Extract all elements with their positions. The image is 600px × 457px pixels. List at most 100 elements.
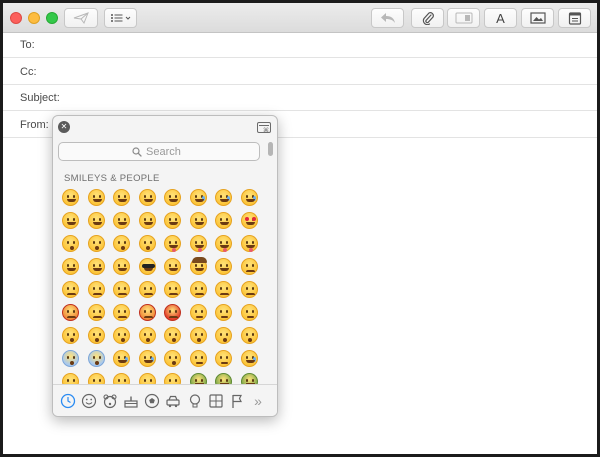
- emoji-open[interactable]: [164, 350, 181, 367]
- emoji-cool[interactable]: [138, 258, 156, 275]
- emoji-sad[interactable]: [215, 281, 232, 298]
- emoji-sleep[interactable]: [189, 350, 207, 367]
- emoji-nerd[interactable]: [113, 258, 130, 275]
- emoji-sleep[interactable]: [62, 373, 79, 384]
- emoji-tear[interactable]: [240, 350, 258, 367]
- emoji-wink[interactable]: [189, 212, 207, 229]
- emoji-hug[interactable]: [87, 258, 105, 275]
- emoji-smile[interactable]: [164, 189, 181, 206]
- emoji-halo[interactable]: [113, 212, 130, 229]
- flag-icon[interactable]: [229, 393, 245, 409]
- emoji-open[interactable]: [113, 327, 130, 344]
- emoji-steam[interactable]: [113, 304, 130, 321]
- emoji-kiss[interactable]: [87, 235, 105, 252]
- emoji-tear[interactable]: [113, 350, 130, 367]
- emoji-sad[interactable]: [240, 281, 258, 298]
- emoji-scream[interactable]: [240, 327, 258, 344]
- emoji-tongue[interactable]: [164, 235, 181, 252]
- reply-button[interactable]: [371, 8, 404, 28]
- markup-button[interactable]: [447, 8, 480, 28]
- emoji-smirk[interactable]: [215, 258, 232, 275]
- emoji-sad[interactable]: [164, 281, 181, 298]
- picker-scrollbar[interactable]: [268, 140, 274, 384]
- emoji-blush[interactable]: [62, 212, 79, 229]
- emoji-sweat[interactable]: [189, 189, 207, 206]
- emoji-open[interactable]: [164, 327, 181, 344]
- emoji-blush[interactable]: [215, 212, 232, 229]
- emoji-slight[interactable]: [138, 212, 156, 229]
- emoji-neutral[interactable]: [164, 373, 181, 384]
- symbols-grid-icon[interactable]: [208, 393, 224, 409]
- emoji-tongue[interactable]: [189, 235, 207, 252]
- emoji-neutral[interactable]: [215, 304, 232, 321]
- emoji-cowboy[interactable]: [189, 257, 207, 275]
- emoji-sick[interactable]: [240, 373, 258, 384]
- more-chevrons-icon[interactable]: »: [250, 393, 266, 409]
- emoji-smile[interactable]: [113, 189, 130, 206]
- emoji-open[interactable]: [215, 327, 232, 344]
- minimize-window-button[interactable]: [28, 12, 40, 24]
- picker-scroll-thumb[interactable]: [268, 142, 273, 156]
- emoji-search-field[interactable]: [58, 142, 260, 161]
- emoji-kiss[interactable]: [62, 235, 79, 252]
- emoji-neutral[interactable]: [240, 304, 258, 321]
- character-viewer-icon[interactable]: [257, 122, 271, 134]
- emoji-search-input[interactable]: [146, 145, 186, 158]
- emoji-open[interactable]: [138, 327, 156, 344]
- emoji-joy[interactable]: [215, 189, 232, 206]
- emoji-sad[interactable]: [87, 281, 105, 298]
- attach-button[interactable]: [411, 8, 444, 28]
- emoji-kiss[interactable]: [138, 235, 156, 252]
- emoji-red[interactable]: [164, 304, 181, 321]
- close-picker-icon[interactable]: ✕: [58, 121, 70, 133]
- emoji-tongue[interactable]: [215, 235, 232, 252]
- emoji-open[interactable]: [62, 327, 79, 344]
- emoji-sad[interactable]: [138, 281, 156, 298]
- emoji-cold[interactable]: [62, 350, 79, 367]
- emoji-angry[interactable]: [138, 304, 156, 321]
- emoji-sick[interactable]: [189, 373, 207, 384]
- emoji-sad[interactable]: [62, 281, 79, 298]
- recent-clock-icon[interactable]: [60, 393, 76, 409]
- emoji-sad[interactable]: [189, 281, 207, 298]
- lightbulb-objects-icon[interactable]: [187, 393, 203, 409]
- emoji-upside[interactable]: [164, 212, 181, 229]
- emoji-sad[interactable]: [240, 258, 258, 275]
- emoji-kiss[interactable]: [113, 235, 130, 252]
- emoji-cold[interactable]: [87, 350, 105, 367]
- emoji-sad[interactable]: [113, 281, 130, 298]
- emoji-sleep[interactable]: [87, 373, 105, 384]
- emoji-joy[interactable]: [240, 189, 258, 206]
- emoji-clown[interactable]: [164, 258, 181, 275]
- photo-browser-button[interactable]: [521, 8, 554, 28]
- emoji-sick[interactable]: [215, 373, 232, 384]
- zoom-window-button[interactable]: [46, 12, 58, 24]
- ball-activity-icon[interactable]: [144, 393, 160, 409]
- emoji-smile[interactable]: [87, 212, 105, 229]
- calendar-button[interactable]: [558, 8, 591, 28]
- emoji-angry[interactable]: [62, 304, 79, 321]
- subject-field-row[interactable]: Subject:: [3, 85, 597, 111]
- close-window-button[interactable]: [10, 12, 22, 24]
- format-font-button[interactable]: A: [484, 8, 517, 28]
- emoji-open[interactable]: [189, 327, 207, 344]
- emoji-open[interactable]: [87, 327, 105, 344]
- send-button[interactable]: [64, 8, 98, 28]
- emoji-grin[interactable]: [138, 189, 156, 206]
- food-cake-icon[interactable]: [123, 393, 139, 409]
- emoji-think[interactable]: [138, 373, 156, 384]
- emoji-money[interactable]: [62, 258, 79, 275]
- emoji-heart[interactable]: [240, 212, 258, 229]
- emoji-think[interactable]: [113, 373, 130, 384]
- emoji-grin[interactable]: [62, 189, 79, 206]
- animal-bear-icon[interactable]: [102, 393, 118, 409]
- car-travel-icon[interactable]: [165, 393, 181, 409]
- emoji-sleep[interactable]: [215, 350, 232, 367]
- emoji-tear[interactable]: [138, 350, 156, 367]
- smiley-face-icon[interactable]: [81, 393, 97, 409]
- emoji-sad[interactable]: [87, 304, 105, 321]
- emoji-grin[interactable]: [87, 189, 105, 206]
- cc-field-row[interactable]: Cc:: [3, 59, 597, 85]
- emoji-neutral[interactable]: [189, 304, 207, 321]
- to-field-row[interactable]: To:: [3, 32, 597, 58]
